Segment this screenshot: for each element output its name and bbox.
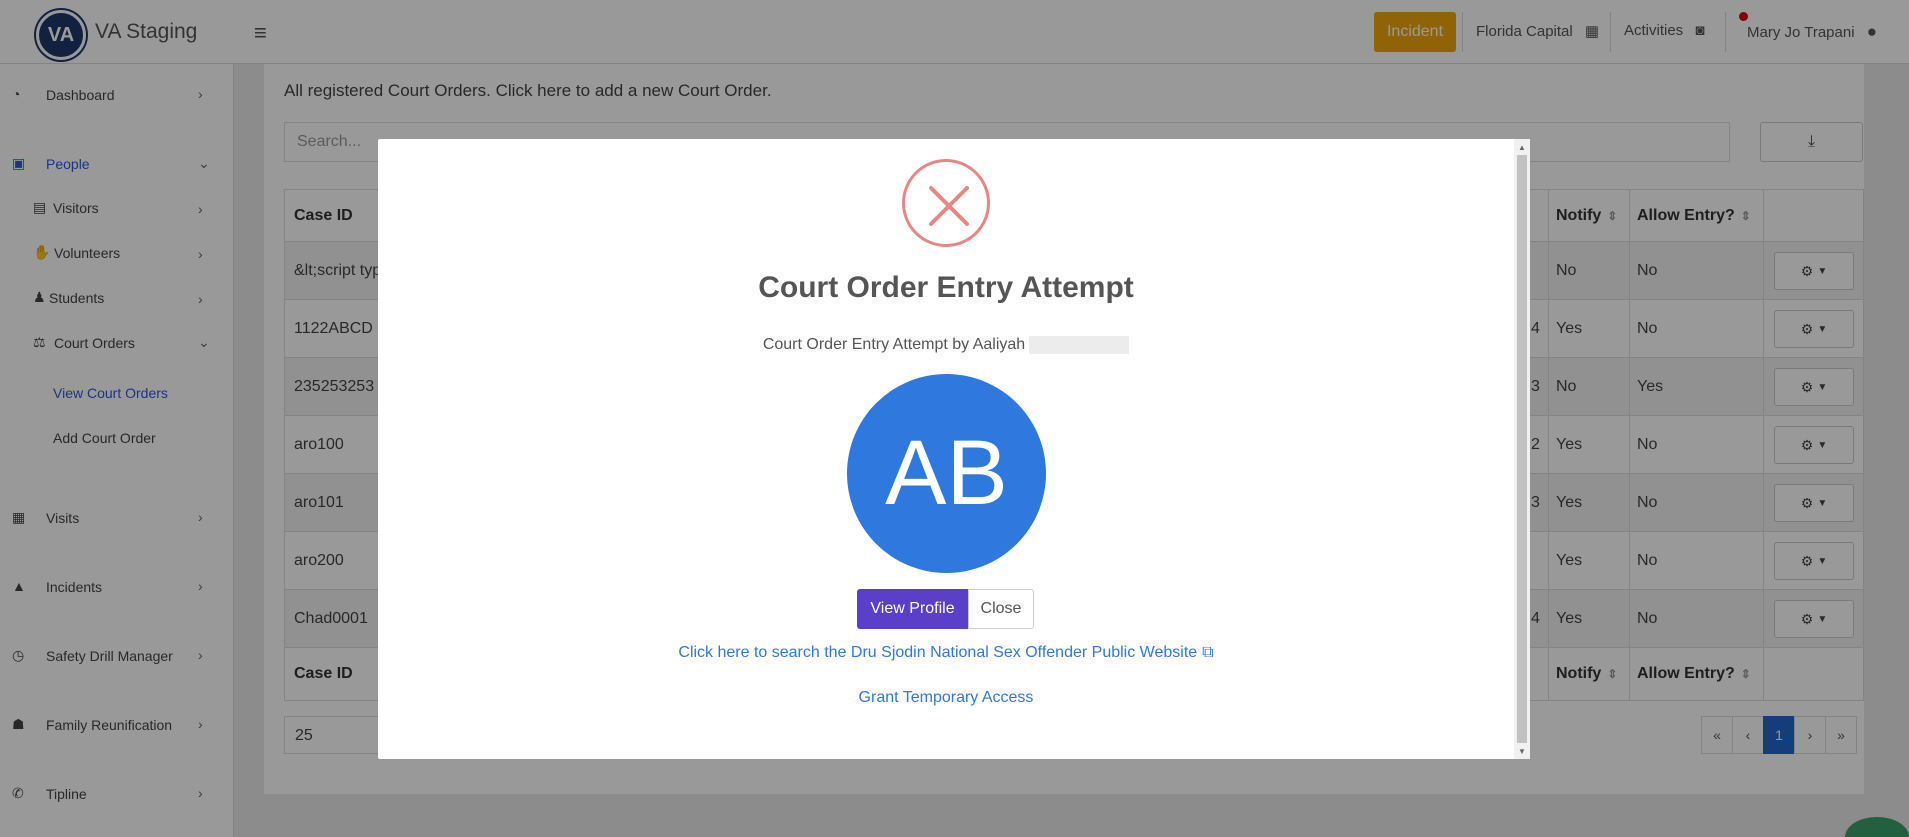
scroll-up-arrow[interactable]: ▲: [1514, 139, 1530, 155]
external-link-icon: ⧉: [1202, 644, 1214, 661]
close-button[interactable]: Close: [968, 589, 1034, 629]
error-x-icon: [902, 159, 990, 247]
modal-scrollbar[interactable]: ▲ ▼: [1514, 139, 1530, 759]
modal-subtitle: Court Order Entry Attempt by Aaliyah: [378, 336, 1514, 354]
redacted-name: [1029, 336, 1130, 354]
modal-title: Court Order Entry Attempt: [758, 271, 1134, 304]
modal-subtitle-text: Court Order Entry Attempt by Aaliyah: [762, 336, 1026, 354]
scroll-down-arrow[interactable]: ▼: [1514, 743, 1530, 759]
grant-temporary-access-link[interactable]: Grant Temporary Access: [378, 689, 1514, 707]
person-avatar: AB: [847, 374, 1046, 573]
sex-offender-link-text: Click here to search the Dru Sjodin Nati…: [678, 644, 1198, 661]
view-profile-button[interactable]: View Profile: [857, 589, 968, 629]
court-order-alert-modal: Court Order Entry Attempt Court Order En…: [378, 139, 1530, 759]
sex-offender-search-link[interactable]: Click here to search the Dru Sjodin Nati…: [378, 644, 1514, 662]
scrollbar-thumb[interactable]: [1517, 155, 1527, 743]
